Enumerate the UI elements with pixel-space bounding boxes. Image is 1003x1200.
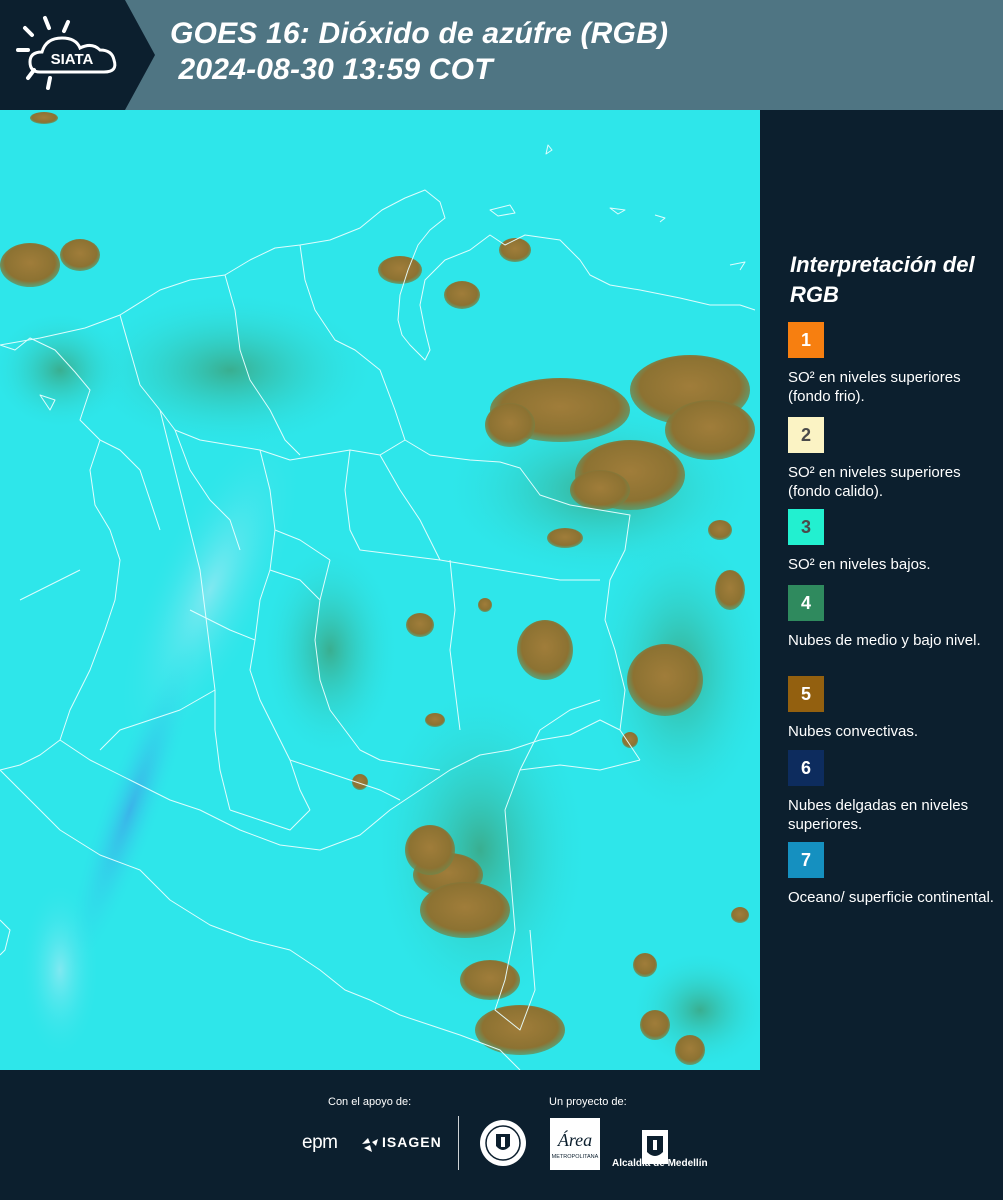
alcaldia-medellin-crest — [642, 1130, 668, 1164]
siata-logo-text: SIATA — [51, 51, 94, 68]
header-bar: SIATA GOES 16: Dióxido de azúfre (RGB) 2… — [0, 0, 1003, 110]
alcaldia-label: Alcaldía de Medellín — [612, 1158, 708, 1169]
legend-panel: Interpretación del RGB 1 SO² en niveles … — [760, 110, 1003, 1070]
support-label: Con el apoyo de: — [328, 1096, 412, 1108]
legend-label-3: SO² en niveles bajos. — [788, 556, 931, 573]
svg-text:Área: Área — [557, 1129, 592, 1150]
legend-label-5: Nubes convectivas. — [788, 723, 919, 740]
legend-swatch-6: 6 — [788, 750, 824, 786]
legend-swatch-2: 2 — [788, 417, 824, 453]
satellite-image — [0, 110, 760, 1070]
legend-swatch-4: 4 — [788, 585, 824, 621]
siata-logo: SIATA — [0, 0, 155, 110]
area-metropolitana-logo: Área METROPOLITANA — [550, 1118, 600, 1170]
legend-label-7: Oceano/ superficie continental. — [788, 889, 994, 906]
legend-title: Interpretación del RGB — [790, 252, 975, 307]
legend-swatch-7: 7 — [788, 842, 824, 878]
epm-logo: epm — [302, 1132, 338, 1153]
legend-label-6: Nubes delgadas en niveles superiores. — [788, 797, 969, 833]
title-line-1: GOES 16: Dióxido de azúfre (RGB) — [170, 17, 669, 50]
legend-label-2: SO² en niveles superiores (fondo calido)… — [788, 464, 961, 500]
project-label: Un proyecto de: — [549, 1096, 627, 1108]
legend-swatch-5: 5 — [788, 676, 824, 712]
isagen-logo-text: ISAGEN — [382, 1134, 442, 1150]
legend-label-4: Nubes de medio y bajo nivel. — [788, 632, 981, 649]
title-line-2: 2024-08-30 13:59 COT — [170, 53, 493, 86]
medellin-seal-logo — [480, 1120, 526, 1166]
legend-label-1: SO² en niveles superiores (fondo frio). — [788, 369, 961, 405]
svg-text:METROPOLITANA: METROPOLITANA — [552, 1154, 599, 1160]
legend-swatch-3: 3 — [788, 509, 824, 545]
legend-swatch-1: 1 — [788, 322, 824, 358]
footer-divider — [458, 1116, 459, 1170]
satellite-map — [0, 110, 760, 1070]
page-title: GOES 16: Dióxido de azúfre (RGB) 2024-08… — [170, 16, 668, 88]
footer-bar: Con el apoyo de: Un proyecto de: epm ISA… — [0, 1070, 1003, 1200]
